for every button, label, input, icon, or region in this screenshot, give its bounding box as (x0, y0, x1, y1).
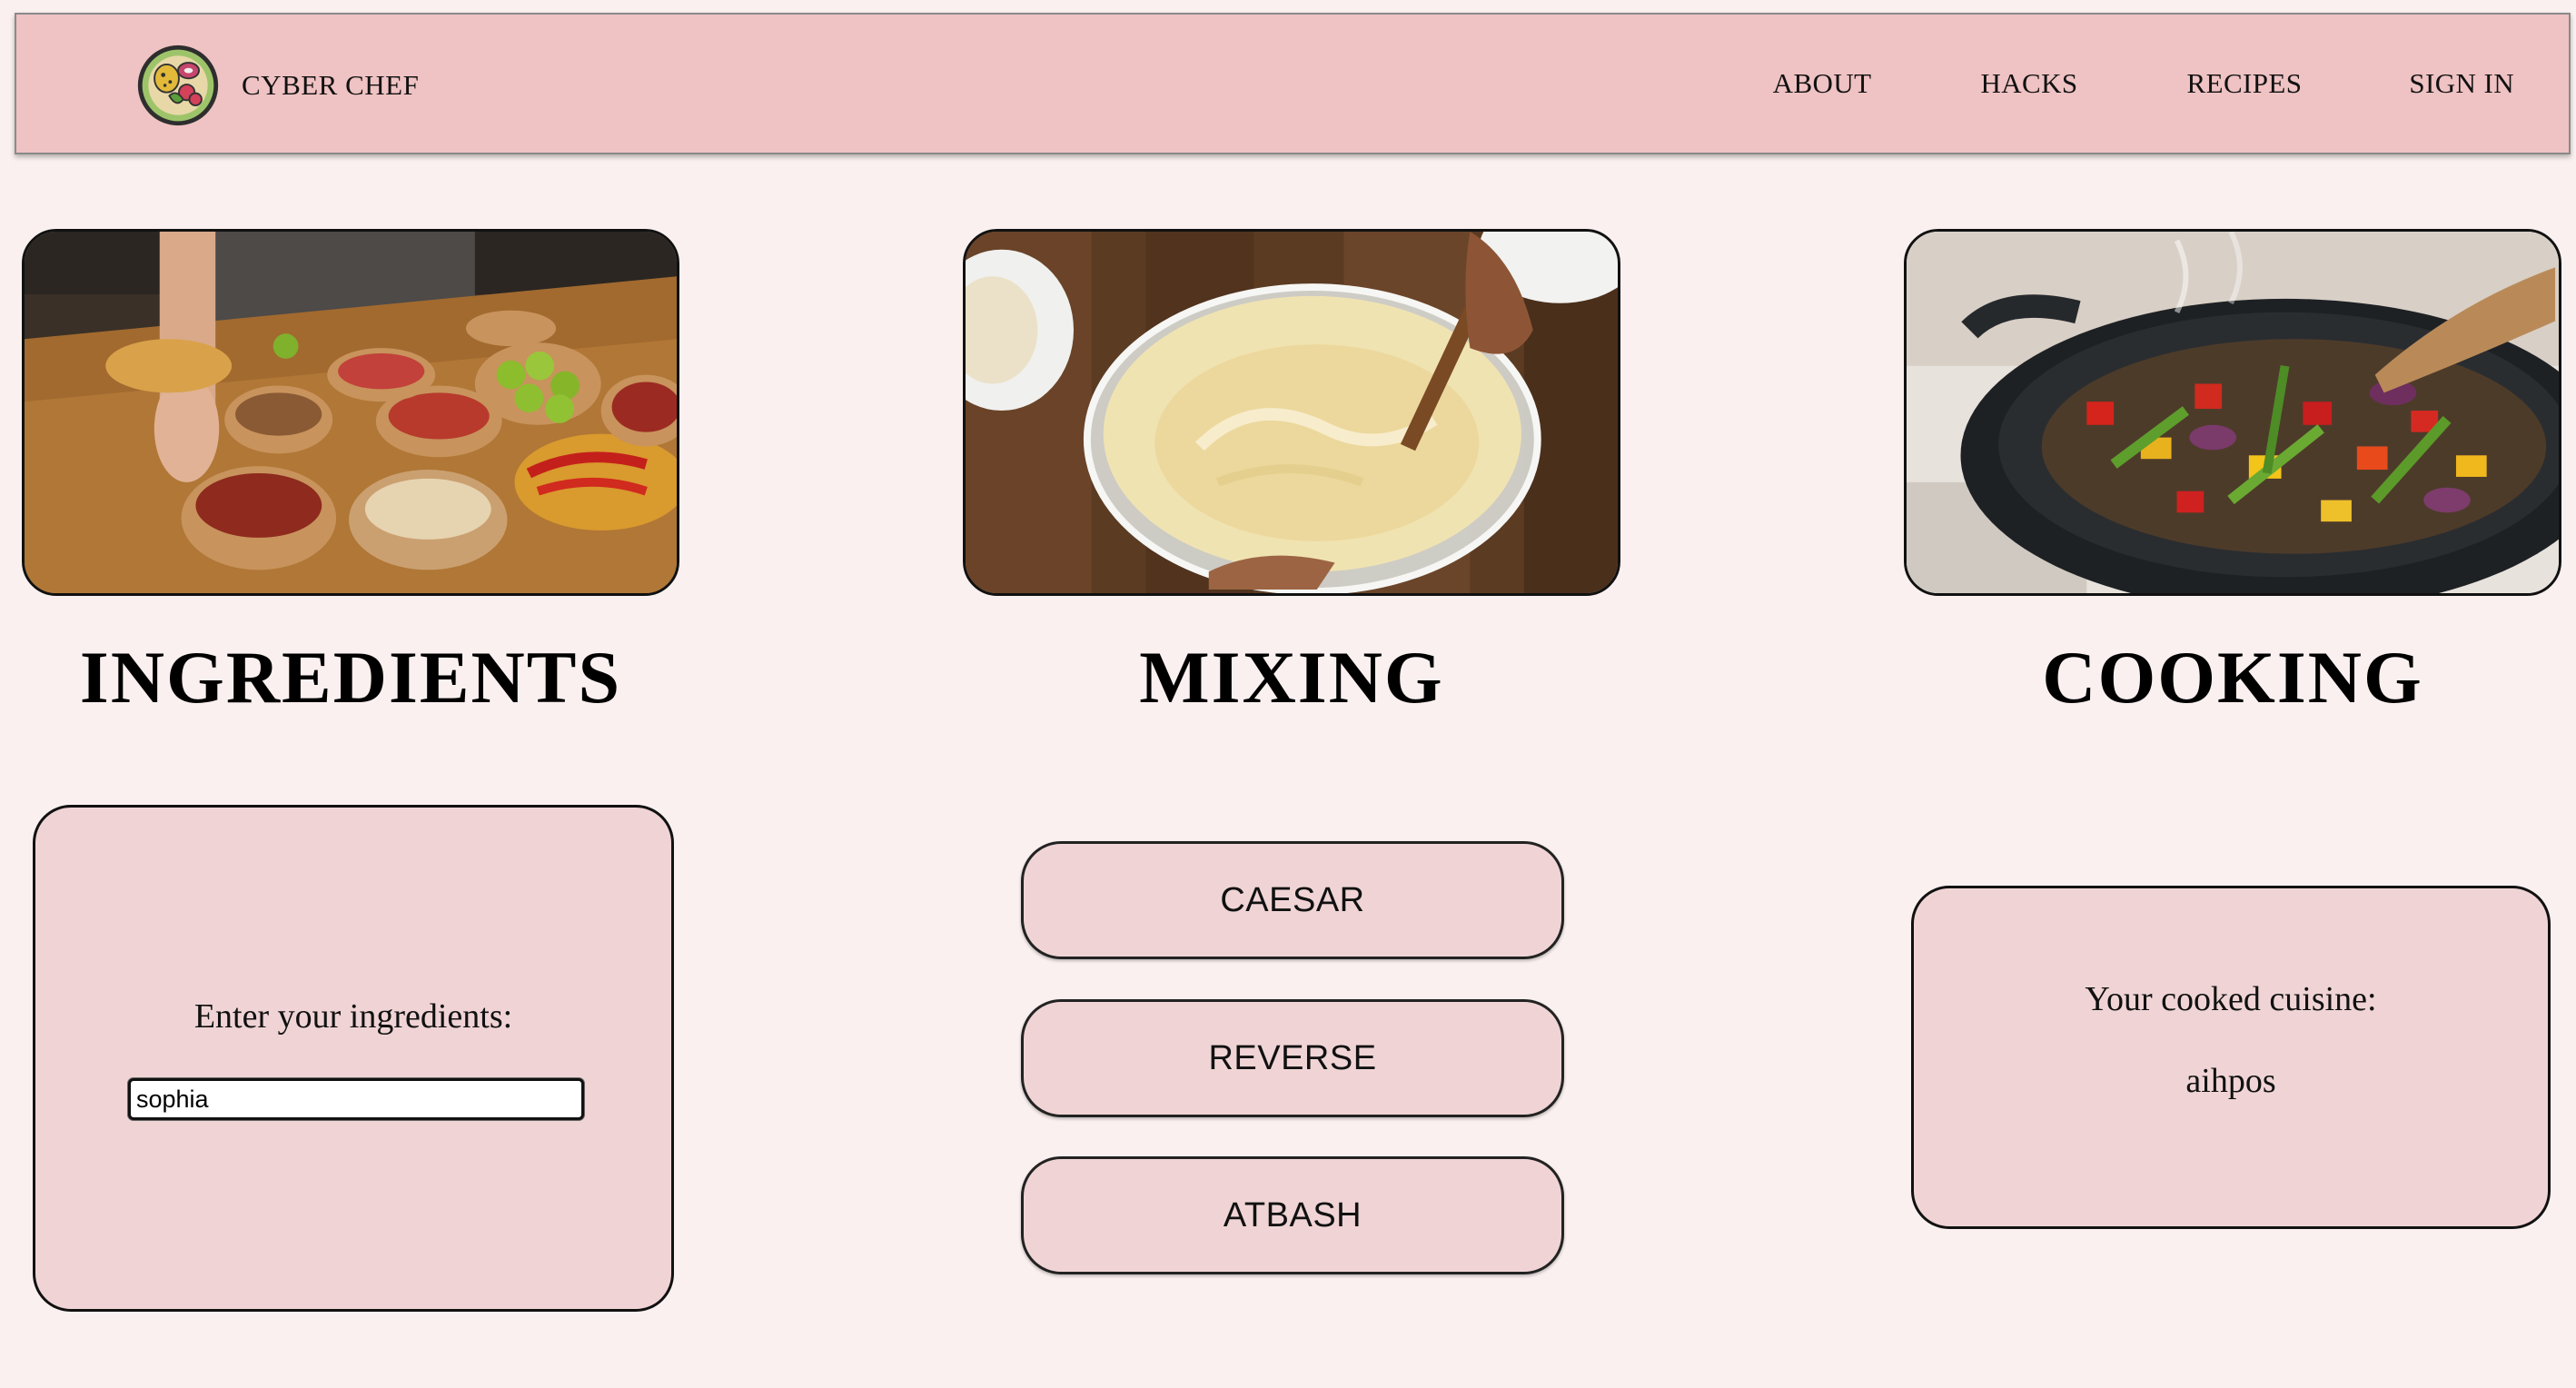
nav-hacks-link[interactable]: HACKS (1980, 67, 2077, 100)
top-navbar: CYBER CHEF ABOUT HACKS RECIPES SIGN IN (15, 13, 2571, 154)
batter-bowl-photo (963, 229, 1620, 596)
cooked-output-text: aihpos (2185, 1062, 2276, 1100)
ingredients-label: Enter your ingredients: (193, 997, 513, 1036)
reverse-button[interactable]: REVERSE (1021, 999, 1564, 1117)
cooked-cuisine-label: Your cooked cuisine: (2085, 980, 2377, 1018)
spice-bowls-photo (22, 229, 679, 596)
atbash-button[interactable]: ATBASH (1021, 1156, 1564, 1274)
brand[interactable]: CYBER CHEF (134, 42, 419, 129)
ingredients-card: Enter your ingredients: (33, 805, 674, 1312)
cooking-card: Your cooked cuisine: aihpos (1911, 886, 2551, 1229)
caesar-button[interactable]: CAESAR (1021, 841, 1564, 959)
wok-vegetables-photo (1904, 229, 2561, 596)
brand-name: CYBER CHEF (242, 69, 420, 101)
food-plate-logo-icon (137, 45, 219, 126)
nav-recipes-link[interactable]: RECIPES (2187, 67, 2303, 100)
nav-links: ABOUT HACKS RECIPES SIGN IN (1773, 15, 2569, 153)
cooking-title: COOKING (2042, 636, 2423, 719)
ingredients-title: INGREDIENTS (79, 636, 622, 719)
nav-about-link[interactable]: ABOUT (1773, 67, 1872, 100)
nav-sign-in-link[interactable]: SIGN IN (2409, 67, 2514, 100)
mixing-title: MIXING (1139, 636, 1444, 719)
ingredients-input[interactable] (128, 1078, 584, 1120)
